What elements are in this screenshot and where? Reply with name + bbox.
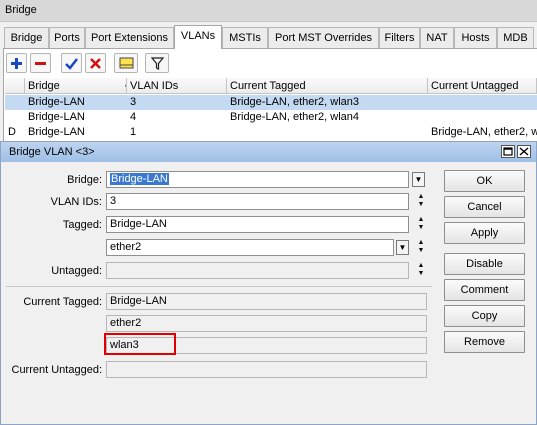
row-bridge: Bridge-LAN xyxy=(28,111,85,123)
dropdown-arrow-icon: ▼ xyxy=(398,243,407,252)
bridge-select[interactable]: Bridge-LAN xyxy=(106,171,409,188)
wlan3-highlight xyxy=(104,333,176,355)
close-icon xyxy=(519,147,529,156)
row-bridge: Bridge-LAN xyxy=(28,126,85,138)
funnel-icon xyxy=(150,56,164,70)
tab-mdb[interactable]: MDB xyxy=(497,27,534,48)
row-current-tagged: Bridge-LAN, ether2, wlan4 xyxy=(230,111,360,123)
row-vlan-ids: 3 xyxy=(130,96,137,108)
tab-ports[interactable]: Ports xyxy=(49,27,85,48)
column-header-bridge-label: Bridge xyxy=(28,80,60,92)
untagged-label: Untagged: xyxy=(51,265,102,277)
row-current-tagged: Bridge-LAN, ether2, wlan3 xyxy=(230,96,360,108)
maximize-icon xyxy=(503,147,513,156)
bridge-select-value: Bridge-LAN xyxy=(110,173,169,185)
table-row[interactable]: D Bridge-LAN 1 Bridge-LAN, ether2, wla xyxy=(5,125,537,140)
row-bridge: Bridge-LAN xyxy=(28,96,85,108)
row-vlan-ids: 4 xyxy=(130,111,137,123)
copy-button[interactable]: Copy xyxy=(444,305,525,327)
updown-arrows-icon: ▲ ▼ xyxy=(417,239,425,254)
untagged-field[interactable] xyxy=(106,262,409,279)
vlan-ids-label: VLAN IDs: xyxy=(50,196,102,208)
table-row[interactable]: Bridge-LAN 4 Bridge-LAN, ether2, wlan4 xyxy=(5,110,537,125)
updown-arrows-icon: ▲ ▼ xyxy=(417,216,425,231)
tab-mstis[interactable]: MSTIs xyxy=(222,27,268,48)
column-header-current-untagged[interactable]: Current Untagged xyxy=(428,78,537,94)
row-current-untagged: Bridge-LAN, ether2, wla xyxy=(431,126,537,138)
tagged-label: Tagged: xyxy=(62,219,102,231)
ok-button[interactable]: OK xyxy=(444,170,525,192)
enable-button[interactable] xyxy=(61,53,82,73)
current-tagged-label: Current Tagged: xyxy=(23,296,102,308)
remove-button[interactable]: Remove xyxy=(444,331,525,353)
check-icon xyxy=(65,57,78,70)
dropdown-arrow-icon: ▼ xyxy=(414,175,423,184)
window-title: Bridge xyxy=(0,0,537,22)
tagged-field-1[interactable]: Bridge-LAN xyxy=(106,216,409,233)
tab-port-mst-overrides[interactable]: Port MST Overrides xyxy=(268,27,379,48)
tab-hosts[interactable]: Hosts xyxy=(454,27,497,48)
bridge-label: Bridge: xyxy=(67,174,102,186)
current-untagged-field xyxy=(106,361,427,378)
vlan-ids-field[interactable]: 3 xyxy=(106,193,409,210)
tab-nat[interactable]: NAT xyxy=(420,27,454,48)
tagged-2-updown[interactable]: ▲ ▼ xyxy=(415,239,427,256)
tab-vlans[interactable]: VLANs xyxy=(174,25,222,49)
close-button[interactable] xyxy=(517,145,531,158)
apply-button[interactable]: Apply xyxy=(444,222,525,244)
filter-button[interactable] xyxy=(145,53,169,73)
updown-arrows-icon: ▲ ▼ xyxy=(417,262,425,277)
tab-port-extensions[interactable]: Port Extensions xyxy=(85,27,174,48)
maximize-button[interactable] xyxy=(501,145,515,158)
x-icon xyxy=(90,57,101,69)
add-button[interactable] xyxy=(6,53,27,73)
cancel-button[interactable]: Cancel xyxy=(444,196,525,218)
comment-button[interactable]: Comment xyxy=(444,279,525,301)
bridge-dropdown-button[interactable]: ▼ xyxy=(412,172,425,187)
vlan-ids-updown[interactable]: ▲ ▼ xyxy=(415,193,427,210)
flag-column-header[interactable] xyxy=(5,78,25,94)
current-untagged-label: Current Untagged: xyxy=(11,364,103,376)
current-tagged-field-2: ether2 xyxy=(106,315,427,332)
comment-button[interactable] xyxy=(114,53,138,73)
updown-arrows-icon: ▲ ▼ xyxy=(417,193,425,208)
tab-filters[interactable]: Filters xyxy=(379,27,420,48)
disable-button[interactable] xyxy=(85,53,106,73)
column-header-bridge[interactable]: Bridge / xyxy=(25,78,127,94)
note-icon xyxy=(119,57,133,69)
column-header-vlan-ids[interactable]: VLAN IDs xyxy=(127,78,227,94)
table-row[interactable]: Bridge-LAN 3 Bridge-LAN, ether2, wlan3 xyxy=(5,95,537,110)
row-vlan-ids: 1 xyxy=(130,126,137,138)
column-header-current-tagged[interactable]: Current Tagged xyxy=(227,78,428,94)
tagged-2-dropdown-button[interactable]: ▼ xyxy=(396,240,409,255)
tagged-field-2[interactable]: ether2 xyxy=(106,239,394,256)
remove-button[interactable] xyxy=(30,53,51,73)
section-divider xyxy=(6,286,432,287)
current-tagged-field-1: Bridge-LAN xyxy=(106,293,427,310)
tab-bridge[interactable]: Bridge xyxy=(4,27,49,48)
row-flag: D xyxy=(8,126,16,138)
untagged-updown[interactable]: ▲ ▼ xyxy=(415,262,427,279)
tagged-1-updown[interactable]: ▲ ▼ xyxy=(415,216,427,233)
dialog-title[interactable]: Bridge VLAN <3> xyxy=(1,142,536,162)
disable-button[interactable]: Disable xyxy=(444,253,525,275)
plus-icon xyxy=(11,57,22,69)
minus-icon xyxy=(35,61,46,65)
